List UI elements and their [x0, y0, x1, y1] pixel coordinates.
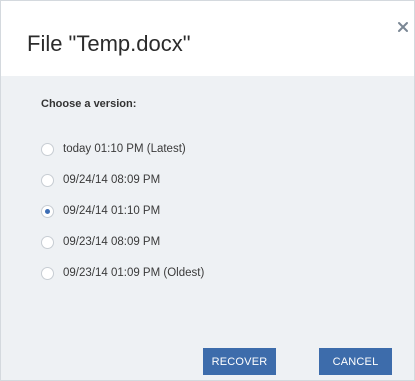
- recover-button[interactable]: RECOVER: [203, 348, 276, 375]
- cancel-button[interactable]: CANCEL: [319, 348, 392, 375]
- version-radio[interactable]: [41, 204, 54, 218]
- version-label: today 01:10 PM (Latest): [63, 143, 186, 155]
- version-radio[interactable]: [41, 266, 54, 280]
- version-radio[interactable]: [41, 235, 54, 249]
- version-radio[interactable]: [41, 173, 54, 187]
- version-label: 09/23/14 01:09 PM (Oldest): [63, 267, 205, 279]
- version-option-3[interactable]: 09/24/14 01:10 PM: [41, 201, 160, 221]
- dialog-title: File "Temp.docx": [27, 31, 191, 56]
- version-option-oldest[interactable]: 09/23/14 01:09 PM (Oldest): [41, 263, 204, 283]
- version-option-4[interactable]: 09/23/14 08:09 PM: [41, 232, 160, 252]
- close-icon[interactable]: [396, 20, 410, 34]
- choose-version-label: Choose a version:: [41, 98, 137, 110]
- version-option-2[interactable]: 09/24/14 08:09 PM: [41, 170, 160, 190]
- version-label: 09/24/14 01:10 PM: [63, 205, 161, 217]
- version-label: 09/24/14 08:09 PM: [63, 174, 161, 186]
- version-label: 09/23/14 08:09 PM: [63, 236, 161, 248]
- dialog-header: File "Temp.docx": [1, 1, 414, 76]
- version-option-latest[interactable]: today 01:10 PM (Latest): [41, 139, 186, 159]
- file-version-dialog: File "Temp.docx" Choose a version: today…: [0, 0, 415, 381]
- version-radio[interactable]: [41, 142, 54, 156]
